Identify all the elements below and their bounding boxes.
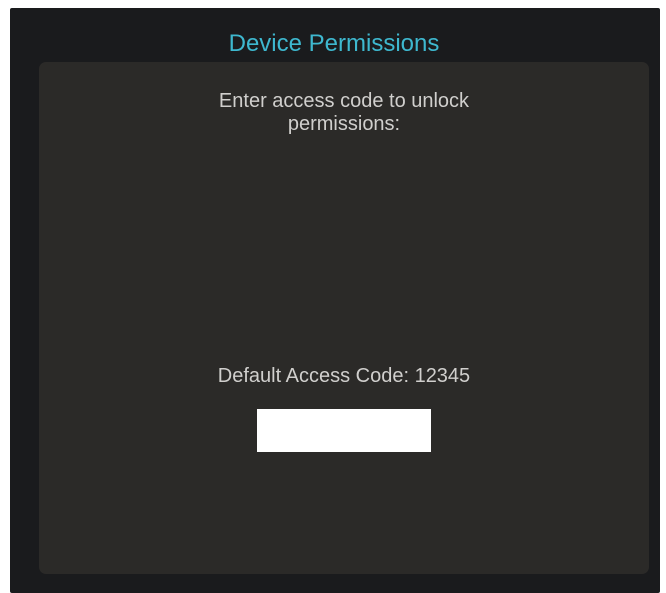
window-title: Device Permissions xyxy=(228,30,440,57)
access-code-prompt: Enter access code to unlock permissions: xyxy=(218,90,470,135)
access-code-panel: Enter access code to unlock permissions:… xyxy=(39,62,649,574)
access-code-input[interactable] xyxy=(257,409,431,452)
device-permissions-window: Device Permissions Enter access code to … xyxy=(10,8,660,593)
default-access-code-label: Default Access Code: 12345 xyxy=(217,365,471,387)
